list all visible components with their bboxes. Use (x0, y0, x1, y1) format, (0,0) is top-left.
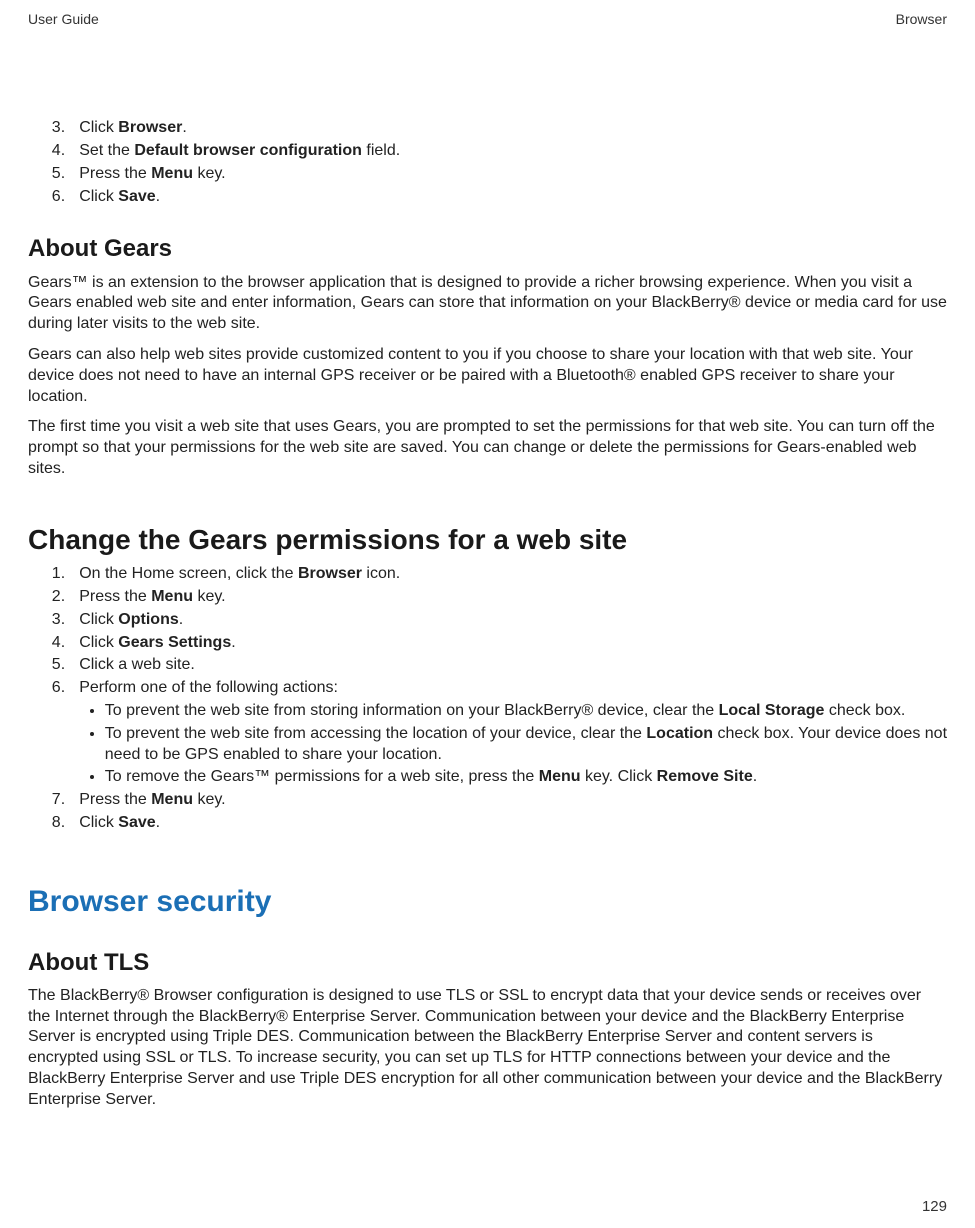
paragraph: The first time you visit a web site that… (28, 417, 947, 479)
about-tls-paragraph: The BlackBerry® Browser configuration is… (28, 986, 947, 1111)
list-item: Press the Menu key. (70, 587, 947, 608)
header-right: Browser (896, 10, 947, 28)
page: User Guide Browser Click Browser.Set the… (0, 0, 975, 1228)
list-item: Click Browser. (70, 118, 947, 139)
bold-term: Options (118, 611, 178, 628)
list-item: On the Home screen, click the Browser ic… (70, 564, 947, 585)
intro-steps: Click Browser.Set the Default browser co… (28, 118, 947, 207)
list-item: To prevent the web site from storing inf… (105, 701, 947, 722)
bold-term: Browser (118, 119, 182, 136)
list-item: Click Gears Settings. (70, 633, 947, 654)
bold-term: Browser (298, 565, 362, 582)
sub-bullets: To prevent the web site from storing inf… (79, 701, 947, 788)
list-item: To prevent the web site from accessing t… (105, 724, 947, 766)
page-number: 129 (922, 1197, 947, 1217)
bold-term: Save (118, 188, 155, 205)
bold-term: Menu (151, 791, 193, 808)
about-gears-title: About Gears (28, 233, 947, 264)
bold-term: Gears Settings (118, 634, 231, 651)
bold-term: Menu (539, 768, 581, 785)
bold-term: Save (118, 814, 155, 831)
bold-term: Remove Site (657, 768, 753, 785)
list-item: Click a web site. (70, 655, 947, 676)
list-item: Perform one of the following actions:To … (70, 678, 947, 788)
about-tls-title: About TLS (28, 947, 947, 978)
change-gears-steps: On the Home screen, click the Browser ic… (28, 564, 947, 834)
bold-term: Default browser configuration (134, 142, 362, 159)
list-item: Set the Default browser configuration fi… (70, 141, 947, 162)
paragraph: Gears™ is an extension to the browser ap… (28, 273, 947, 335)
list-item: To remove the Gears™ permissions for a w… (105, 767, 947, 788)
bold-term: Menu (151, 165, 193, 182)
bold-term: Menu (151, 588, 193, 605)
header-left: User Guide (28, 10, 99, 28)
about-gears-body: Gears™ is an extension to the browser ap… (28, 273, 947, 480)
paragraph: Gears can also help web sites provide cu… (28, 345, 947, 407)
list-item: Click Save. (70, 813, 947, 834)
list-item: Click Options. (70, 610, 947, 631)
list-item: Press the Menu key. (70, 790, 947, 811)
bold-term: Local Storage (719, 702, 825, 719)
list-item: Click Save. (70, 187, 947, 208)
page-header: User Guide Browser (28, 10, 947, 28)
bold-term: Location (646, 725, 713, 742)
list-item: Press the Menu key. (70, 164, 947, 185)
change-gears-title: Change the Gears permissions for a web s… (28, 522, 947, 558)
browser-security-title: Browser security (28, 882, 947, 921)
